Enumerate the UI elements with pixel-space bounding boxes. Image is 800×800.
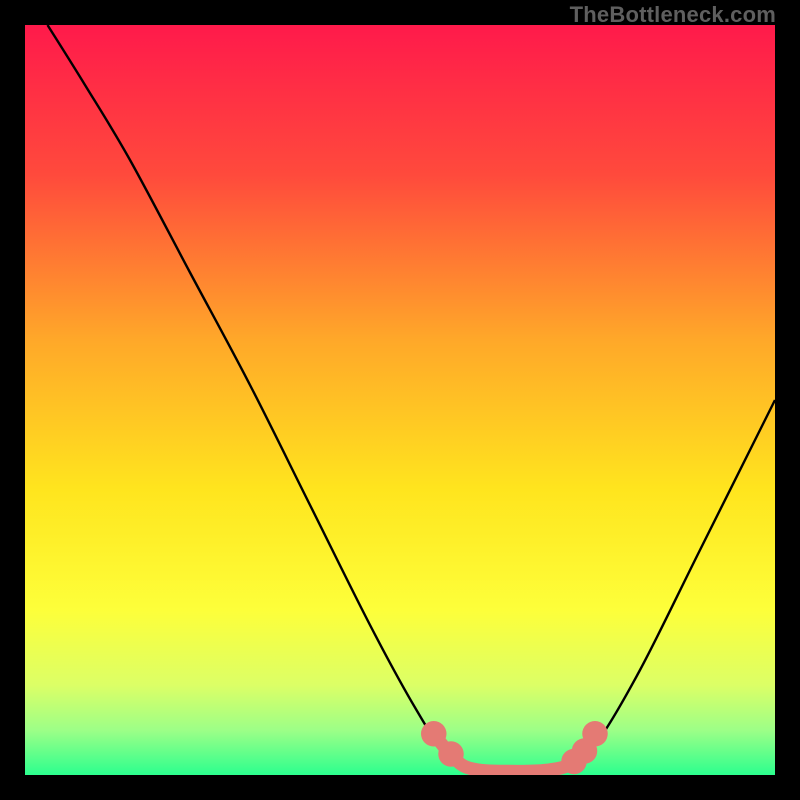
optimal-marker: [582, 721, 608, 747]
chart-svg: [25, 25, 775, 775]
optimal-marker: [438, 741, 464, 767]
optimal-marker: [421, 721, 447, 747]
chart-plot-area: [25, 25, 775, 775]
chart-frame: TheBottleneck.com: [0, 0, 800, 800]
chart-background: [25, 25, 775, 775]
watermark-text: TheBottleneck.com: [570, 2, 776, 28]
